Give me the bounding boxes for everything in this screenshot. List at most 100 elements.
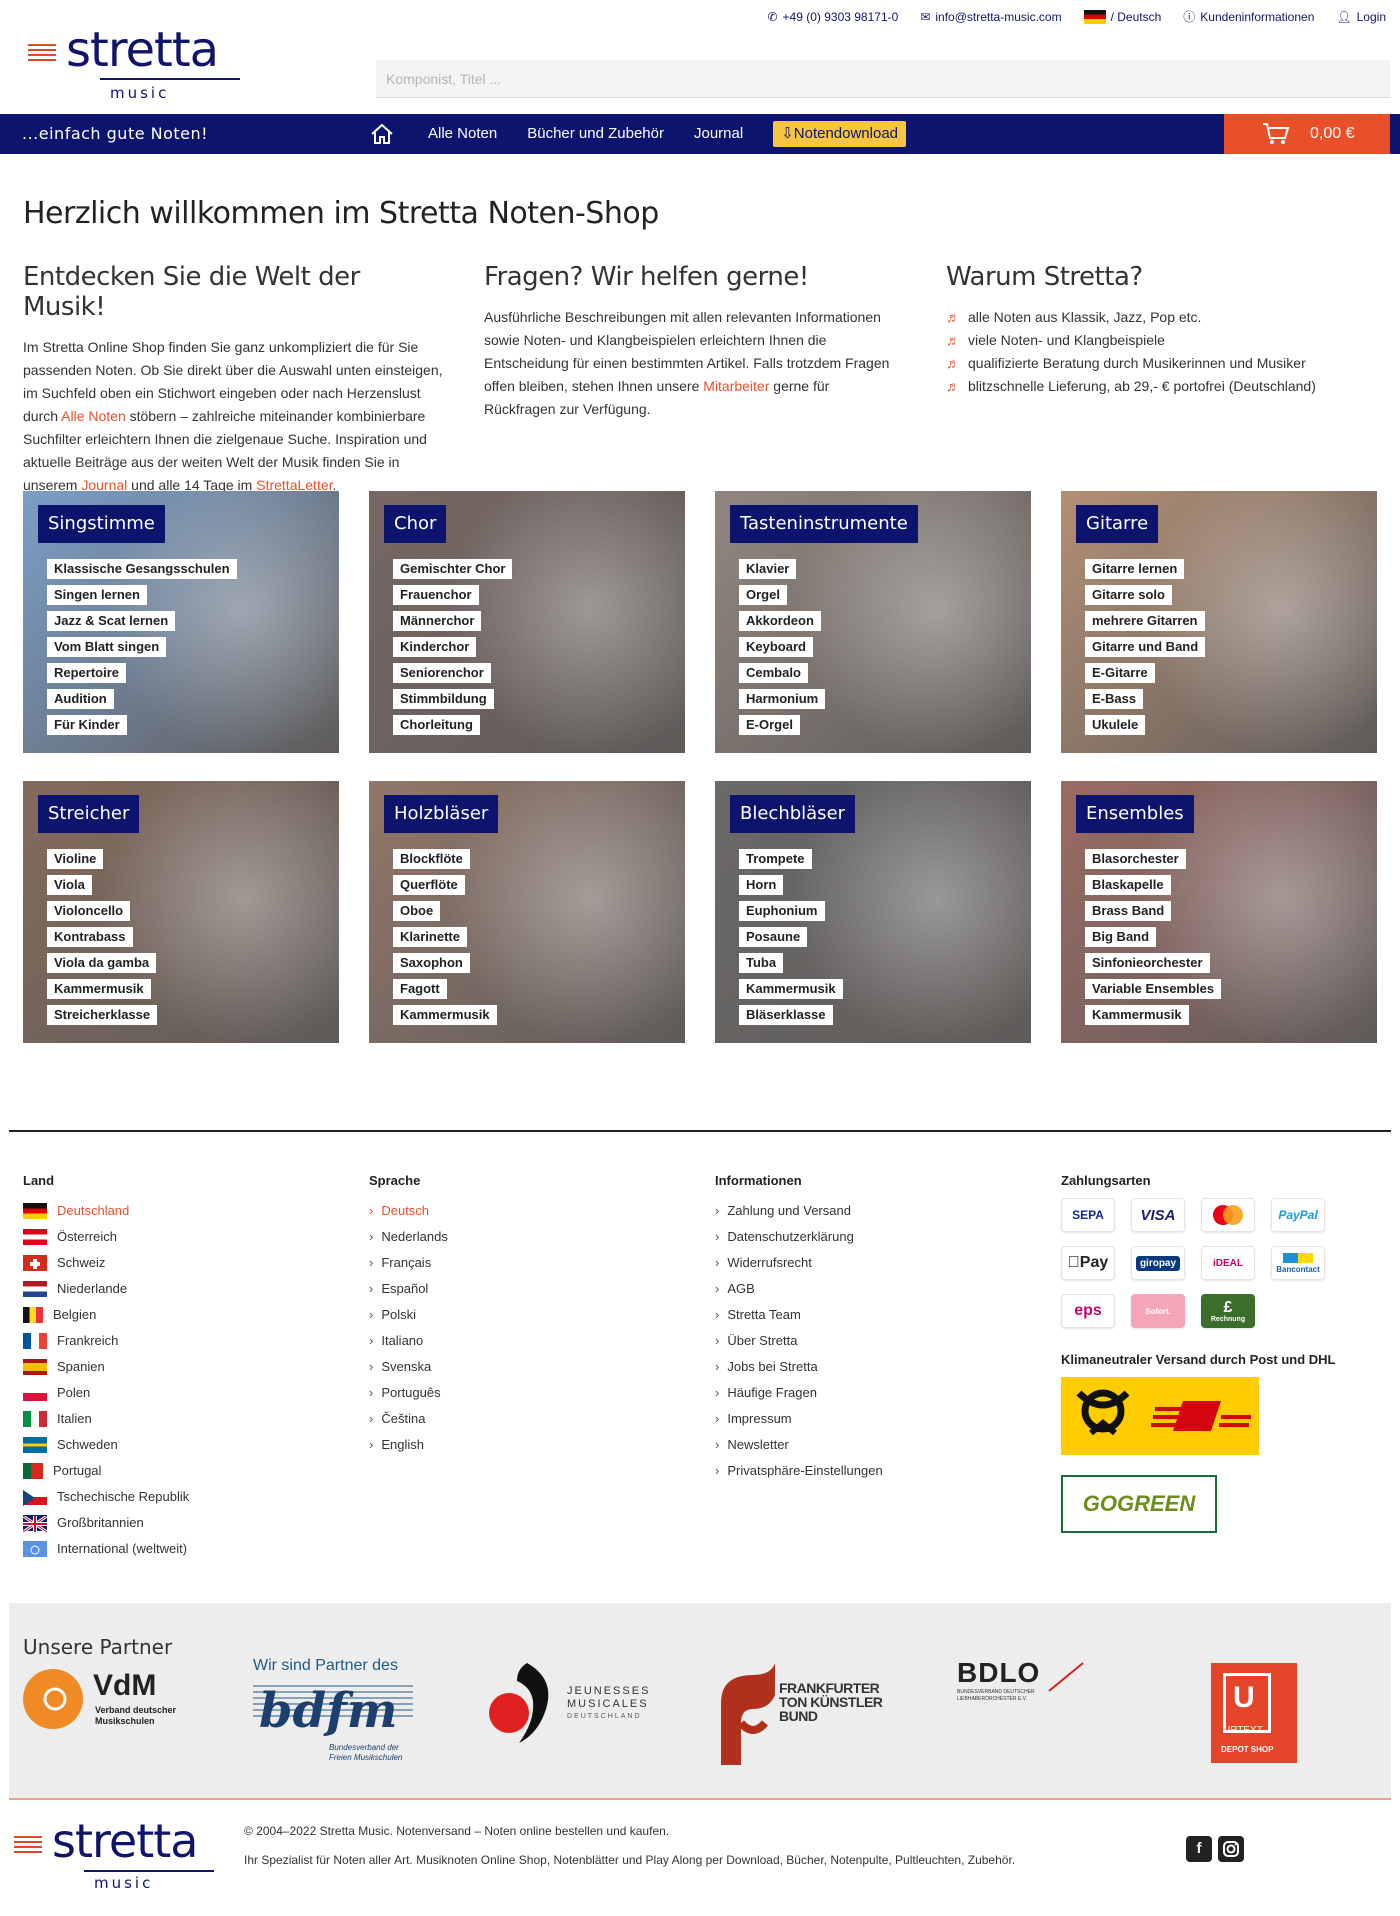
language-link[interactable]: › Nederlands [369,1224,448,1250]
jeunesses-musicales-logo[interactable]: JEUNESSES MUSICALES DEUTSCHLAND [483,1661,653,1745]
category-title[interactable]: Ensembles [1076,795,1194,833]
category-tag[interactable]: Violine [47,849,104,869]
category-tag[interactable]: Blockflöte [393,849,470,869]
category-tag[interactable]: Orgel [739,585,787,605]
category-title[interactable]: Holzbläser [384,795,499,833]
category-tag[interactable]: Bläserklasse [739,1005,833,1025]
instagram-icon[interactable] [1218,1836,1244,1862]
category-tag[interactable]: Harmonium [739,689,826,709]
information-link[interactable]: › Impressum [715,1406,883,1432]
category-tag[interactable]: Chorleitung [393,715,480,735]
nav-books[interactable]: Bücher und Zubehör [527,114,664,154]
category-tile-singstimme[interactable]: Singstimme Klassische Gesangsschulen Singe… [23,491,339,753]
category-tag[interactable]: Kammermusik [739,979,843,999]
category-title[interactable]: Gitarre [1076,505,1159,543]
email-link[interactable]: ✉ info@stretta-music.com [920,10,1061,24]
information-link[interactable]: › Über Stretta [715,1328,883,1354]
category-title[interactable]: Chor [384,505,447,543]
login-link[interactable]: 👤︎ Login [1336,10,1386,24]
category-title[interactable]: Singstimme [38,505,165,543]
category-tile-gitarre[interactable]: Gitarre Gitarre lernen Gitarre solo mehrere… [1061,491,1377,753]
category-tile-ensembles[interactable]: Ensembles Blasorchester Blaskapelle Brass B… [1061,781,1377,1043]
country-link[interactable]: Belgien [23,1302,189,1328]
category-tag[interactable]: Querflöte [393,875,465,895]
bdfm-logo[interactable]: Wir sind Partner des bdfm Bundesverband … [253,1657,423,1767]
frankfurter-tonkuenstler-logo[interactable]: FRANKFURTER TON KÜNSTLER BUND [713,1661,883,1765]
category-tag[interactable]: Audition [47,689,114,709]
language-link[interactable]: › English [369,1432,448,1458]
category-tile-chor[interactable]: Chor Gemischter Chor Frauenchor Männerchor K… [369,491,685,753]
category-title[interactable]: Tasteninstrumente [730,505,918,543]
language-link[interactable]: › Deutsch [369,1198,448,1224]
category-tag[interactable]: mehrere Gitarren [1085,611,1205,631]
category-tag[interactable]: Blasorchester [1085,849,1186,869]
information-link[interactable]: › Widerrufsrecht [715,1250,883,1276]
category-tile-streicher[interactable]: Streicher Violine Viola Violoncello Kontraba… [23,781,339,1043]
category-tag[interactable]: Violoncello [47,901,131,921]
category-tag[interactable]: Kammermusik [393,1005,497,1025]
country-link[interactable]: Deutschland [23,1198,189,1224]
language-link[interactable]: › Italiano [369,1328,448,1354]
language-link[interactable]: › Português [369,1380,448,1406]
category-tag[interactable]: Gemischter Chor [393,559,513,579]
category-tag[interactable]: Kontrabass [47,927,133,947]
category-tag[interactable]: Cembalo [739,663,808,683]
category-tag[interactable]: Kinderchor [393,637,477,657]
country-link[interactable]: Frankreich [23,1328,189,1354]
nav-download-button[interactable]: ⇩Notendownload [773,121,907,147]
category-title[interactable]: Blechbläser [730,795,856,833]
cart-button[interactable]: 0,00 € [1224,114,1390,154]
country-link[interactable]: Italien [23,1406,189,1432]
information-link[interactable]: › Stretta Team [715,1302,883,1328]
language-link[interactable]: › Čeština [369,1406,448,1432]
language-link[interactable]: › Polski [369,1302,448,1328]
nav-all-notes[interactable]: Alle Noten [428,114,497,154]
information-link[interactable]: › Zahlung und Versand [715,1198,883,1224]
language-link[interactable]: › Svenska [369,1354,448,1380]
country-link[interactable]: Portugal [23,1458,189,1484]
category-tag[interactable]: Für Kinder [47,715,127,735]
all-notes-link[interactable]: Alle Noten [61,408,126,424]
phone-link[interactable]: ✆ +49 (0) 9303 98171-0 [767,10,898,24]
category-tag[interactable]: Seniorenchor [393,663,491,683]
facebook-icon[interactable]: f [1186,1836,1212,1862]
language-link[interactable]: › Español [369,1276,448,1302]
category-tag[interactable]: Euphonium [739,901,825,921]
category-tag[interactable]: Gitarre solo [1085,585,1172,605]
urtext-depot-logo[interactable]: U URTEXT DEPOT SHOP [1211,1663,1301,1763]
category-tag[interactable]: Jazz & Scat lernen [47,611,176,631]
category-tag[interactable]: E-Orgel [739,715,800,735]
category-tag[interactable]: Vom Blatt singen [47,637,167,657]
information-link[interactable]: › AGB [715,1276,883,1302]
language-link[interactable]: › Français [369,1250,448,1276]
country-link[interactable]: Schweden [23,1432,189,1458]
category-tag[interactable]: Variable Ensembles [1085,979,1222,999]
staff-link[interactable]: Mitarbeiter [703,378,769,394]
category-tag[interactable]: Klassische Gesangsschulen [47,559,237,579]
category-tile-blechblaser[interactable]: Blechbläser Trompete Horn Euphonium Posaune T… [715,781,1031,1043]
category-tag[interactable]: Posaune [739,927,808,947]
country-link[interactable]: International (weltweit) [23,1536,189,1562]
category-tag[interactable]: Ukulele [1085,715,1146,735]
bdlo-logo[interactable]: BDLO BUNDESVERBAND DEUTSCHER LIEBHABEROR… [947,1657,1117,1717]
category-tag[interactable]: E-Gitarre [1085,663,1155,683]
customer-info-link[interactable]: ⓘ Kundeninformationen [1183,8,1314,25]
category-tag[interactable]: Fagott [393,979,447,999]
category-tag[interactable]: Klavier [739,559,797,579]
category-tag[interactable]: Keyboard [739,637,813,657]
category-tag[interactable]: Klarinette [393,927,467,947]
category-tag[interactable]: Saxophon [393,953,470,973]
category-tag[interactable]: Blaskapelle [1085,875,1171,895]
information-link[interactable]: › Privatsphäre-Einstellungen [715,1458,883,1484]
category-tag[interactable]: Big Band [1085,927,1157,947]
country-link[interactable]: Polen [23,1380,189,1406]
information-link[interactable]: › Jobs bei Stretta [715,1354,883,1380]
country-link[interactable]: Großbritannien [22,1510,189,1536]
stretta-logo[interactable]: stretta music [28,22,240,104]
category-tag[interactable]: Viola da gamba [47,953,157,973]
category-tag[interactable]: Trompete [739,849,812,869]
category-title[interactable]: Streicher [38,795,140,833]
category-tag[interactable]: Akkordeon [739,611,821,631]
language-switch[interactable]: / Deutsch [1083,9,1161,24]
country-link[interactable]: Niederlande [23,1276,189,1302]
